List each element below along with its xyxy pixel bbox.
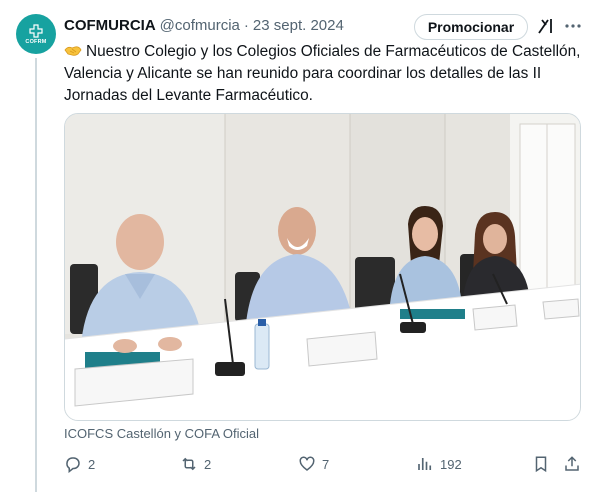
views-button[interactable]: 192 bbox=[416, 452, 462, 476]
views-count: 192 bbox=[440, 456, 462, 472]
tweet-date[interactable]: 23 sept. 2024 bbox=[253, 17, 344, 34]
retweet-button[interactable]: 2 bbox=[180, 452, 211, 476]
author-handle[interactable]: @cofmurcia bbox=[160, 17, 240, 34]
meeting-photo-image bbox=[65, 114, 580, 420]
bookmark-button[interactable] bbox=[532, 452, 556, 476]
retweet-count: 2 bbox=[204, 456, 212, 472]
header-separator: · bbox=[243, 16, 249, 34]
tweet-body: Nuestro Colegio y los Colegios Oficiales… bbox=[64, 43, 581, 104]
heart-icon bbox=[299, 456, 315, 471]
like-count: 7 bbox=[322, 456, 330, 472]
handshake-emoji-icon bbox=[64, 46, 82, 56]
author-name[interactable]: COFMURCIA bbox=[64, 17, 156, 34]
bookmark-icon bbox=[535, 456, 547, 473]
share-button[interactable] bbox=[563, 452, 587, 476]
promote-button[interactable]: Promocionar bbox=[414, 14, 528, 40]
tweet-header: COFMURCIA @cofmurcia · 23 sept. 2024 bbox=[64, 14, 344, 36]
avatar-logo-text: COFRM bbox=[25, 38, 47, 45]
retweet-icon bbox=[182, 457, 196, 471]
reply-button[interactable]: 2 bbox=[64, 452, 95, 476]
grok-icon[interactable] bbox=[535, 15, 557, 37]
views-chart-icon bbox=[418, 458, 432, 470]
photo-caption[interactable]: ICOFCS Castellón y COFA Oficial bbox=[64, 426, 259, 441]
reply-count: 2 bbox=[88, 456, 96, 472]
pharmacy-cross-icon bbox=[29, 23, 43, 38]
thread-line bbox=[35, 58, 37, 492]
tweet-photo[interactable] bbox=[64, 113, 581, 421]
more-dots-icon[interactable] bbox=[562, 15, 584, 37]
avatar[interactable]: COFRM bbox=[16, 14, 56, 54]
reply-icon bbox=[66, 457, 80, 473]
like-button[interactable]: 7 bbox=[298, 452, 329, 476]
share-icon bbox=[565, 456, 579, 471]
tweet-actions: 2 2 7 192 bbox=[0, 452, 598, 476]
tweet-text: Nuestro Colegio y los Colegios Oficiales… bbox=[64, 41, 584, 107]
